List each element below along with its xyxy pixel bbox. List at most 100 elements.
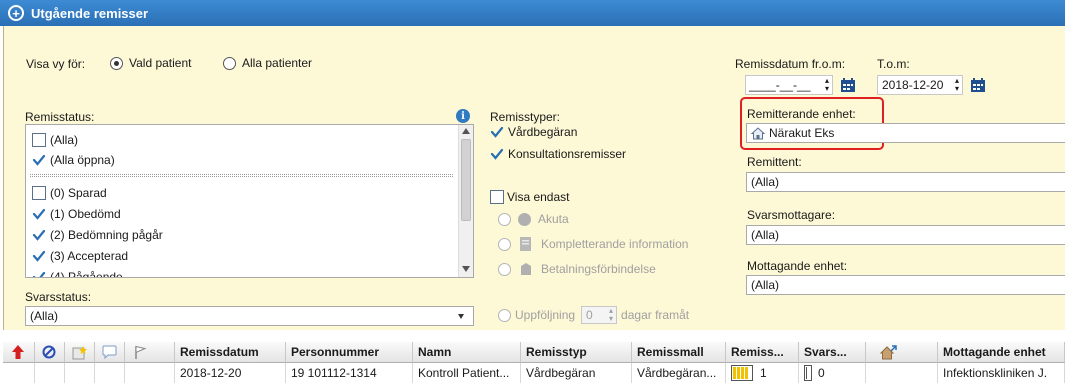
svars-progress-icon — [804, 365, 812, 381]
visa-endast-betalning[interactable]: Betalningsförbindelse — [498, 261, 656, 277]
status-item-4[interactable]: (4) Pågående — [32, 267, 123, 277]
checkmark-icon — [32, 250, 46, 262]
cell-remissmall[interactable]: Vårdbegäran... — [632, 363, 726, 383]
house-arrow-icon — [880, 344, 897, 359]
checkbox-unchecked-icon — [490, 190, 504, 204]
header-svars[interactable]: Svars... — [799, 342, 866, 363]
scroll-up-icon[interactable] — [462, 128, 470, 134]
checkbox-unchecked-icon — [32, 186, 46, 200]
radio-disabled-icon — [498, 237, 511, 251]
cell-remiss[interactable]: 1 — [726, 363, 799, 383]
header-comment[interactable] — [95, 342, 125, 363]
spinner-arrows-icon[interactable]: ▴ ▾ — [825, 77, 829, 93]
status-item-label: (0) Sparad — [50, 186, 107, 200]
header-cancelled[interactable] — [35, 342, 65, 363]
remitterande-enhet-value: Närakut Eks — [769, 126, 835, 140]
remisstatus-list[interactable]: (Alla) (Alla öppna) (0) Sparad (1) Obedö… — [25, 124, 474, 278]
header-personnummer[interactable]: Personnummer — [286, 342, 413, 363]
radio-label: Alla patienter — [242, 56, 313, 70]
spinner-arrows-icon[interactable]: ▴ ▾ — [955, 77, 959, 93]
svarsstatus-select[interactable]: (Alla) — [25, 306, 474, 326]
prohibited-icon — [42, 345, 56, 359]
date-from-label: Remissdatum fr.o.m: — [735, 57, 846, 71]
flag-icon — [135, 345, 147, 359]
cell-svars[interactable]: 0 — [799, 363, 866, 383]
date-from-input[interactable]: ____-__-__ ▴ ▾ — [745, 75, 833, 95]
new-star-icon — [72, 345, 87, 359]
radio-label: Vald patient — [129, 56, 192, 70]
view-label: Visa vy för: — [26, 57, 86, 71]
checkmark-icon — [490, 148, 504, 160]
remisstyp-vardbegaran[interactable]: Vårdbegäran — [490, 125, 577, 139]
radio-disabled-icon — [498, 212, 511, 226]
header-mottagande-enhet[interactable]: Mottagande enhet — [938, 342, 1065, 363]
cell-new[interactable] — [65, 363, 95, 383]
svarsstatus-label: Svarsstatus: — [25, 290, 92, 304]
remiss-count: 1 — [760, 366, 767, 380]
status-item-1[interactable]: (1) Obedömd — [32, 204, 121, 224]
status-item-alla-oppna[interactable]: (Alla öppna) — [32, 150, 115, 170]
remitterande-enhet-field[interactable]: Närakut Eks — [746, 123, 1065, 143]
mottagande-enhet-field[interactable]: (Alla) — [746, 275, 1065, 295]
visa-endast-akuta[interactable]: Akuta — [498, 212, 569, 226]
cell-remissdatum[interactable]: 2018-12-20 — [175, 363, 286, 383]
plus-circle-icon: + — [8, 5, 24, 21]
cell-priority[interactable] — [3, 363, 35, 383]
uppfoljning-radio[interactable]: Uppföljning 0 ▴ ▾ dagar framåt — [498, 306, 689, 324]
list-scrollbar[interactable] — [458, 125, 473, 277]
cell-comment[interactable] — [95, 363, 125, 383]
dropdown-arrow-icon — [458, 314, 464, 319]
cell-cancelled[interactable] — [35, 363, 65, 383]
document-icon — [520, 237, 531, 251]
remittent-field[interactable]: (Alla) — [746, 172, 1065, 192]
date-to-input[interactable]: 2018-12-20 ▴ ▾ — [877, 75, 963, 95]
status-item-alla[interactable]: (Alla) — [32, 130, 78, 150]
visa-endast-checkbox[interactable]: Visa endast — [490, 190, 570, 204]
cell-flag[interactable] — [125, 363, 175, 383]
cell-personnummer[interactable]: 19 101112-1314 — [286, 363, 413, 383]
svarsstatus-value: (Alla) — [30, 309, 59, 323]
date-to-label: T.o.m: — [877, 57, 910, 71]
calendar-icon[interactable] — [840, 77, 856, 93]
uppfoljning-spinner[interactable]: 0 ▴ ▾ — [581, 306, 618, 324]
header-remissmall[interactable]: Remissmall — [632, 342, 726, 363]
checkmark-icon — [32, 208, 46, 220]
calendar-icon[interactable] — [970, 77, 986, 93]
status-item-0[interactable]: (0) Sparad — [32, 183, 107, 203]
svars-count: 0 — [818, 366, 825, 380]
cell-remisstyp[interactable]: Vårdbegäran — [521, 363, 632, 383]
scroll-thumb[interactable] — [461, 139, 471, 221]
option-label: Akuta — [538, 212, 569, 226]
info-icon[interactable]: i — [456, 109, 470, 123]
cell-namn[interactable]: Kontroll Patient... — [413, 363, 521, 383]
header-flag[interactable] — [125, 342, 175, 363]
uppfoljning-suffix: dagar framåt — [621, 308, 690, 322]
spinner-arrows-icon[interactable]: ▴ ▾ — [609, 307, 613, 323]
checkmark-icon — [32, 229, 46, 241]
header-unit-icon[interactable] — [866, 342, 938, 363]
date-from-value: ____-__-__ — [749, 78, 811, 92]
cell-unit-icon[interactable] — [866, 363, 938, 383]
header-remissdatum[interactable]: Remissdatum — [175, 342, 286, 363]
visa-endast-label: Visa endast — [507, 190, 570, 204]
radio-vald-patient[interactable]: Vald patient — [110, 56, 192, 70]
status-item-label: (2) Bedömning pågår — [50, 228, 163, 242]
mottagande-enhet-label: Mottagande enhet: — [747, 259, 848, 273]
status-item-2[interactable]: (2) Bedömning pågår — [32, 225, 163, 245]
date-to-value: 2018-12-20 — [882, 78, 944, 92]
header-priority[interactable] — [3, 342, 35, 363]
svarsmottagare-field[interactable]: (Alla) — [746, 225, 1065, 245]
payment-icon — [521, 263, 531, 275]
header-namn[interactable]: Namn — [413, 342, 521, 363]
radio-alla-patienter[interactable]: Alla patienter — [223, 56, 312, 70]
status-item-3[interactable]: (3) Accepterad — [32, 246, 128, 266]
checkmark-icon — [32, 154, 46, 166]
scroll-down-icon[interactable] — [462, 266, 470, 272]
remisstyp-konsultation[interactable]: Konsultationsremisser — [490, 147, 626, 161]
header-remisstyp[interactable]: Remisstyp — [521, 342, 632, 363]
cell-mottagande-enhet[interactable]: Infektionskliniken J. — [938, 363, 1065, 383]
visa-endast-kompletterande[interactable]: Kompletterande information — [498, 236, 688, 252]
status-item-label: (1) Obedömd — [50, 207, 121, 221]
header-remiss[interactable]: Remiss... — [726, 342, 799, 363]
header-new[interactable] — [65, 342, 95, 363]
